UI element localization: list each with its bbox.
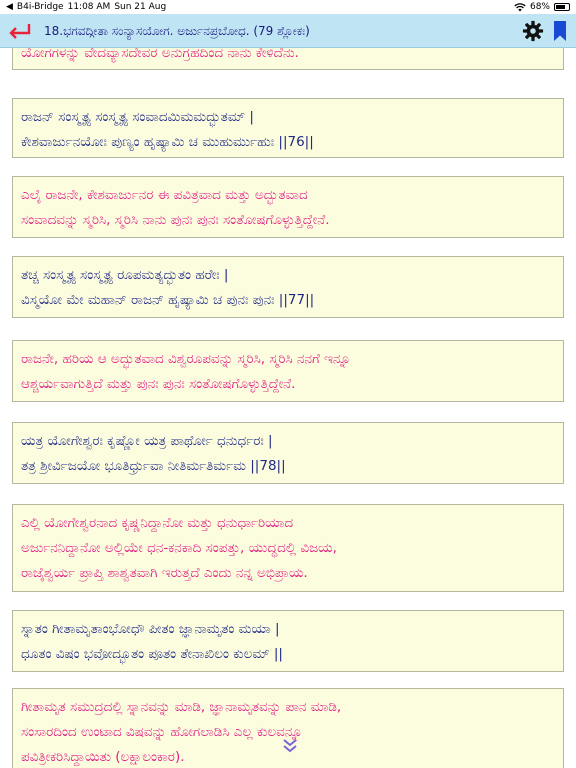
verse-line: ಎಲ್ಲಿ ಯೋಗೇಶ್ವರನಾದ ಕೃಷ್ಣನಿದ್ದಾನೋ ಮತ್ತು ಧನ… <box>21 515 294 531</box>
verse-card: ತಚ್ಚ ಸಂಸ್ಮೃತ್ಯ ಸಂಸ್ಮೃತ್ಯ ರೂಪಮತ್ಯದ್ಭುತಂ ಹ… <box>12 256 564 318</box>
status-right: 68% <box>514 2 570 12</box>
verse-line: ರಾಜನ್ ಸಂಸ್ಮೃತ್ಯ ಸಂಸ್ಮೃತ್ಯ ಸಂವಾದಮಿಮಮದ್ಭುತ… <box>21 109 254 125</box>
verse-line: ಅರ್ಜುನನಿದ್ದಾನೋ ಅಲ್ಲಿಯೇ ಧನ-ಕನಕಾದಿ ಸಂಪತ್ತು… <box>21 540 337 556</box>
back-to-app-label[interactable]: B4i-Bridge <box>17 2 64 12</box>
status-bar: ◀ B4i-Bridge 11:08 AM Sun 21 Aug 68% <box>0 0 576 14</box>
verse-line: ತತ್ರ ಶ್ರೀರ್ವಿಜಯೋ ಭೂತಿರ್ಧ್ರುವಾ ನೀತಿರ್ಮತಿರ… <box>21 458 286 474</box>
verse-card: ಎಲ್ಲಿ ಯೋಗೇಶ್ವರನಾದ ಕೃಷ್ಣನಿದ್ದಾನೋ ಮತ್ತು ಧನ… <box>12 504 564 592</box>
bookmark-icon[interactable] <box>552 20 568 42</box>
verse-line: ಕೇಶವಾರ್ಜುನಯೋಃ ಪುಣ್ಯಂ ಹೃಷ್ಯಾಮಿ ಚ ಮುಹುರ್ಮು… <box>21 134 314 150</box>
gear-icon[interactable] <box>522 20 544 42</box>
verse-line: ಗೀತಾಮೃತ ಸಮುದ್ರದಲ್ಲಿ ಸ್ನಾನವನ್ನು ಮಾಡಿ, ಜ್ಞ… <box>21 699 342 715</box>
double-chevron-down-icon[interactable] <box>282 739 298 753</box>
verse-list[interactable]: ಯೋಗಗಳನ್ನು ವೇದವ್ಯಾಸದೇವರ ಅನುಗ್ರಹದಿಂದ ನಾನು … <box>0 48 576 768</box>
status-date: Sun 21 Aug <box>114 2 167 12</box>
verse-line: ಧೂತಂ ವಿಷಂ ಭವೋದ್ಭೂತಂ ಪೂತಂ ತೇನಾಖಿಲಂ ಕುಲಮ್ … <box>21 646 283 662</box>
verse-card: ಯತ್ರ ಯೋಗೇಶ್ವರಃ ಕೃಷ್ಣೋ ಯತ್ರ ಪಾರ್ಥೋ ಧನುರ್ಧ… <box>12 422 564 484</box>
back-to-app-chevron-icon[interactable]: ◀ <box>6 2 13 12</box>
verse-line: ಸ್ನಾತಂ ಗೀತಾಮೃತಾಂಭೋಧೌ ಪೀತಂ ಜ್ಞಾನಾಮೃತಂ ಮಯಾ… <box>21 621 280 637</box>
verse-line: ರಾಜನೇ, ಹರಿಯ ಆ ಅದ್ಭುತವಾದ ವಿಶ್ವರೂಪವನ್ನು ಸ್… <box>21 351 351 367</box>
verse-card: ರಾಜನ್ ಸಂಸ್ಮೃತ್ಯ ಸಂಸ್ಮೃತ್ಯ ಸಂವಾದಮಿಮಮದ್ಭುತ… <box>12 98 564 158</box>
verse-line: ತಚ್ಚ ಸಂಸ್ಮೃತ್ಯ ಸಂಸ್ಮೃತ್ಯ ರೂಪಮತ್ಯದ್ಭುತಂ ಹ… <box>21 267 229 283</box>
status-left: ◀ B4i-Bridge 11:08 AM Sun 21 Aug <box>6 2 166 12</box>
verse-line: ಯತ್ರ ಯೋಗೇಶ್ವರಃ ಕೃಷ್ಣೋ ಯತ್ರ ಪಾರ್ಥೋ ಧನುರ್ಧ… <box>21 433 273 449</box>
title-bar: 18.ಭಗವದ್ಗೀತಾ ಸಂನ್ಯಾಸಯೋಗ. ಅರ್ಜುನಪ್ರಬೋಧ. (… <box>0 14 576 48</box>
verse-line: ಎಲೈ ರಾಜನೇ, ಕೇಶವಾರ್ಜುನರ ಈ ಪವಿತ್ರವಾದ ಮತ್ತು… <box>21 187 308 203</box>
verse-line: ಆಶ್ಚರ್ಯವಾಗುತ್ತಿದೆ ಮತ್ತು ಪುನಃ ಪುನಃ ಸಂತೋಷಗ… <box>21 376 296 392</box>
battery-percent: 68% <box>529 2 550 12</box>
back-arrow-icon[interactable] <box>6 20 32 42</box>
verse-card: ಗೀತಾಮೃತ ಸಮುದ್ರದಲ್ಲಿ ಸ್ನಾನವನ್ನು ಮಾಡಿ, ಜ್ಞ… <box>12 688 564 768</box>
battery-icon <box>554 3 570 11</box>
verse-line: ವಿಸ್ಮಯೋ ಮೇ ಮಹಾನ್ ರಾಜನ್ ಹೃಷ್ಯಾಮಿ ಚ ಪುನಃ ಪ… <box>21 292 315 308</box>
verse-line: ಸಂವಾದವನ್ನು ಸ್ಮರಿಸಿ, ಸ್ಮರಿಸಿ ನಾನು ಪುನಃ ಪು… <box>21 212 330 228</box>
verse-card: ಯೋಗಗಳನ್ನು ವೇದವ್ಯಾಸದೇವರ ಅನುಗ್ರಹದಿಂದ ನಾನು … <box>12 48 564 70</box>
page-title: 18.ಭಗವದ್ಗೀತಾ ಸಂನ್ಯಾಸಯೋಗ. ಅರ್ಜುನಪ್ರಬೋಧ. (… <box>44 24 310 38</box>
verse-line: ಯೋಗಗಳನ್ನು ವೇದವ್ಯಾಸದೇವರ ಅನುಗ್ರಹದಿಂದ ನಾನು … <box>21 48 299 61</box>
verse-card: ಎಲೈ ರಾಜನೇ, ಕೇಶವಾರ್ಜುನರ ಈ ಪವಿತ್ರವಾದ ಮತ್ತು… <box>12 176 564 238</box>
wifi-icon <box>514 2 526 11</box>
verse-card: ಸ್ನಾತಂ ಗೀತಾಮೃತಾಂಭೋಧೌ ಪೀತಂ ಜ್ಞಾನಾಮೃತಂ ಮಯಾ… <box>12 610 564 672</box>
status-time: 11:08 AM <box>67 2 111 12</box>
verse-line: ರಾಜೈಶ್ವರ್ಯ ಪ್ರಾಪ್ತಿ ಶಾಶ್ವತವಾಗಿ ಇರುತ್ತದೆ … <box>21 565 308 581</box>
verse-card: ರಾಜನೇ, ಹರಿಯ ಆ ಅದ್ಭುತವಾದ ವಿಶ್ವರೂಪವನ್ನು ಸ್… <box>12 340 564 402</box>
